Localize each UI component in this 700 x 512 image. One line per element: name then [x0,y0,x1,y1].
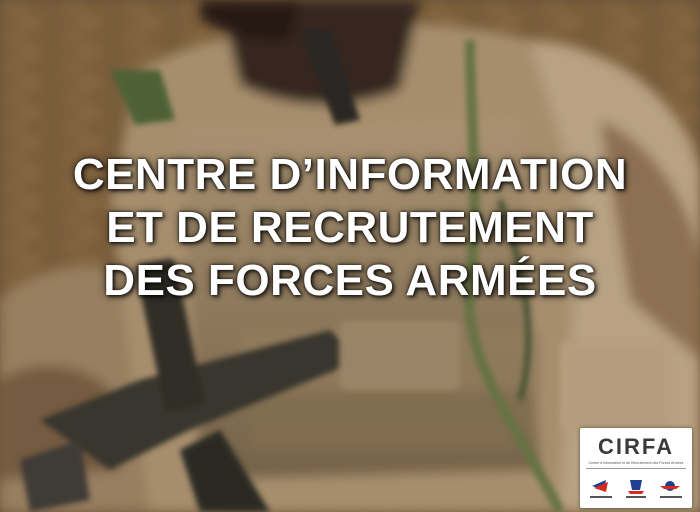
logo-divider [586,468,686,469]
navy-emblem-icon [626,480,646,498]
headline: CENTRE D’INFORMATION ET DE RECRUTEMENT D… [0,148,700,307]
cirfa-logo: CIRFA Centre d'Information et de Recrute… [580,428,692,508]
logo-subtitle: Centre d'Information et de Recrutement d… [588,461,684,465]
armed-forces-emblems [590,480,682,498]
headline-line-2: ET DE RECRUTEMENT [106,203,594,252]
headline-line-3: DES FORCES ARMÉES [103,256,597,305]
headline-line-1: CENTRE D’INFORMATION [72,150,628,199]
logo-title: CIRFA [598,434,674,459]
air-force-emblem-icon [660,481,682,498]
recruitment-banner: CENTRE D’INFORMATION ET DE RECRUTEMENT D… [0,0,700,512]
army-emblem-icon [590,480,612,498]
